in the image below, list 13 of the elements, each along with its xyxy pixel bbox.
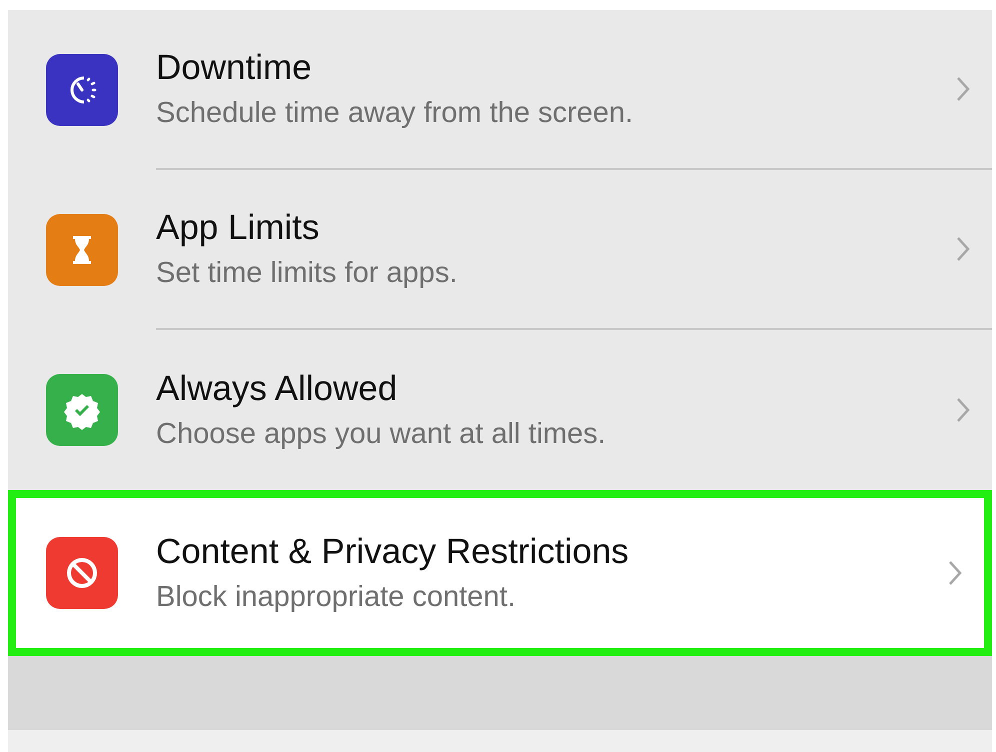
chevron-icon: [948, 560, 962, 586]
row-title: App Limits: [156, 210, 320, 245]
row-subtitle: Choose apps you want at all times.: [156, 420, 607, 449]
chevron-icon: [956, 76, 970, 102]
chevron-icon: [956, 397, 970, 423]
row-title: Downtime: [156, 50, 313, 85]
chevron-icon: [956, 236, 970, 262]
row-subtitle: Set time limits for apps.: [156, 259, 458, 288]
row-subtitle: Block inappropriate content.: [156, 583, 516, 612]
row-title: Content & Privacy Restrictions: [156, 534, 630, 569]
highlighted-settings-row[interactable]: Content & Privacy Restrictions Block inappropriate content.: [8, 490, 992, 656]
row-title: Always Allowed: [156, 371, 398, 406]
row-subtitle: Schedule time away from the screen.: [156, 99, 634, 128]
